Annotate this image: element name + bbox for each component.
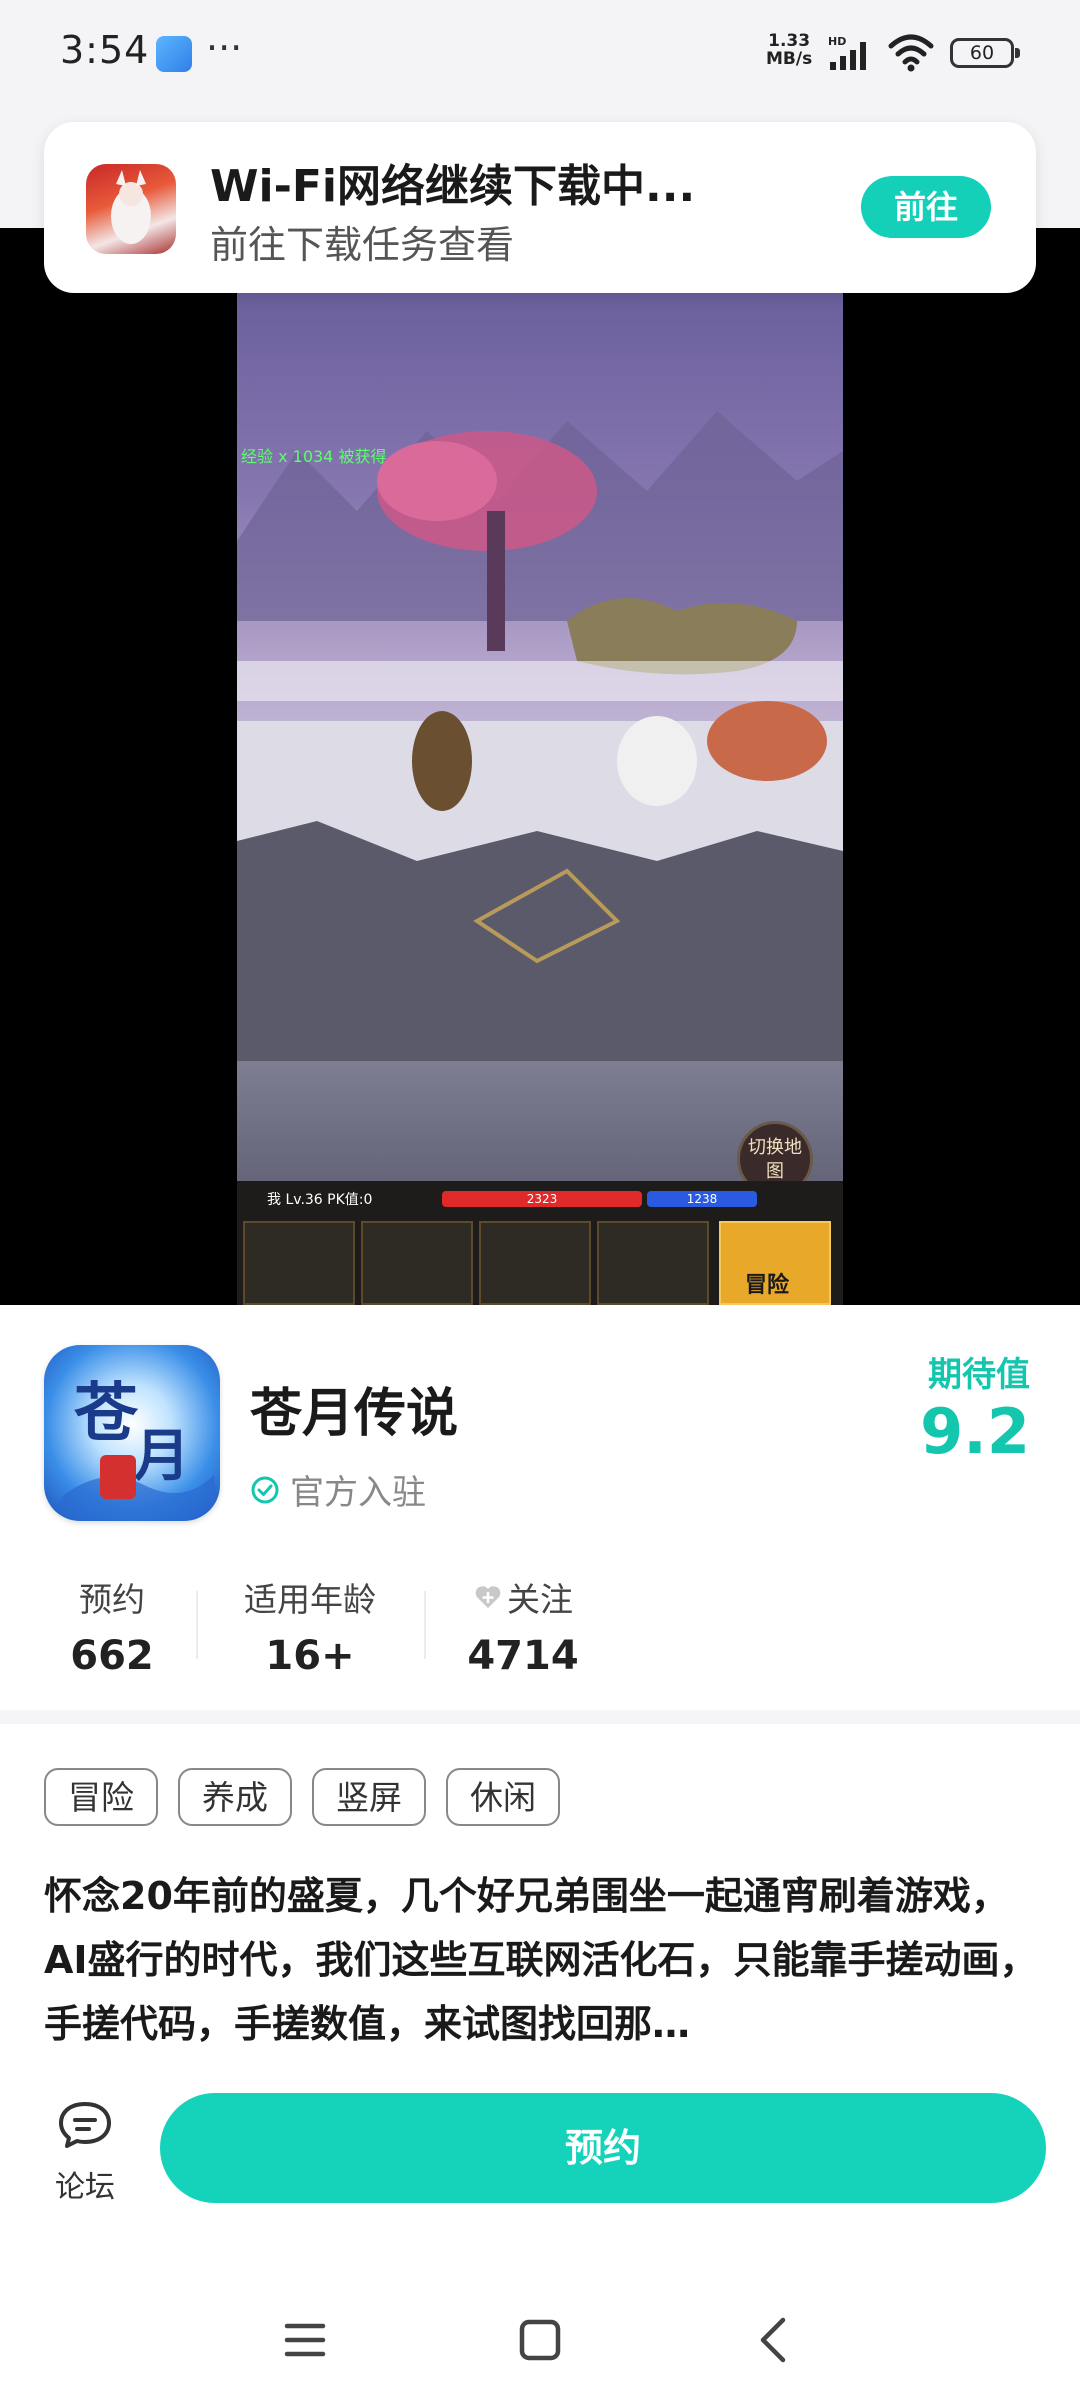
stat-divider [424, 1591, 426, 1659]
game-exp-message: 经验 x 1034 被获得 [241, 447, 387, 466]
back-icon[interactable] [745, 2310, 805, 2370]
network-speed-unit: MB/s [766, 49, 813, 69]
svg-text:月: 月 [134, 1423, 190, 1489]
go-to-downloads-button[interactable]: 前往 [861, 176, 991, 238]
battery-indicator: 60 [950, 38, 1020, 68]
stat-divider [196, 1591, 198, 1659]
network-speed: 1.33 MB/s [766, 32, 812, 68]
game-mp-bar: 1238 [647, 1191, 757, 1207]
forum-icon [59, 2102, 111, 2148]
stat-label-text: 关注 [507, 1580, 573, 1619]
downloading-game-icon [86, 164, 176, 254]
download-notification-banner[interactable]: Wi-Fi网络继续下载中... 前往下载任务查看 前往 [44, 122, 1036, 293]
stat-label: 关注 [450, 1573, 596, 1621]
app-info-section: 苍 月 苍月传说 官方入驻 期待值 9.2 预约 662 适用年龄 16+ 关注… [0, 1305, 1080, 1723]
app-detail-page: 3:54 ··· 1.33 MB/s HD 60 经验 x 1034 被获得 切… [0, 0, 1080, 2400]
tag-chip[interactable]: 休闲 [446, 1768, 560, 1826]
app-icon: 苍 月 [44, 1345, 220, 1521]
forum-label: 论坛 [55, 2170, 115, 2205]
stat-label: 预约 [79, 1580, 145, 1619]
svg-text:苍: 苍 [74, 1376, 139, 1451]
game-screenshot: 经验 x 1034 被获得 切换地图 我 Lv.36 PK值:0 2323 12… [237, 291, 843, 1305]
stat-value: 662 [70, 1633, 154, 1679]
game-menu-slot [243, 1221, 355, 1305]
status-time: 3:54 [60, 28, 150, 72]
banner-subtitle: 前往下载任务查看 [210, 223, 515, 267]
home-icon[interactable] [510, 2310, 570, 2370]
game-menu-slot [361, 1221, 473, 1305]
expectation-score: 9.2 [920, 1395, 1030, 1468]
official-label: 官方入驻 [290, 1473, 426, 1513]
stat-value: 4714 [467, 1633, 579, 1679]
tag-list: 冒险 养成 竖屏 休闲 [44, 1768, 580, 1826]
tag-chip[interactable]: 养成 [178, 1768, 292, 1826]
game-hp-bar: 2323 [442, 1191, 642, 1207]
expectation-label: 期待值 [928, 1355, 1030, 1395]
section-divider [0, 1710, 1080, 1724]
media-viewer[interactable]: 经验 x 1034 被获得 切换地图 我 Lv.36 PK值:0 2323 12… [0, 228, 1080, 1508]
tag-chip[interactable]: 冒险 [44, 1768, 158, 1826]
game-level: 我 Lv.36 PK值:0 [267, 1192, 373, 1208]
more-notifications-icon: ··· [206, 26, 243, 70]
stat-label: 适用年龄 [244, 1580, 376, 1619]
heart-plus-icon [475, 1586, 501, 1608]
game-menu-slot [597, 1221, 709, 1305]
wifi-icon [888, 34, 934, 72]
stat-value: 16+ [265, 1633, 355, 1679]
game-hp-value: 2323 [526, 1192, 558, 1206]
app-name: 苍月传说 [250, 1384, 459, 1444]
stat-followers[interactable]: 关注 4714 [450, 1573, 596, 1679]
network-speed-value: 1.33 [768, 31, 811, 51]
stat-age-rating: 适用年龄 16+ [222, 1573, 398, 1679]
game-adventure-label: 冒险 [745, 1273, 790, 1298]
reserve-button[interactable]: 预约 [160, 2093, 1046, 2203]
signal-icon: HD [828, 35, 866, 70]
hd-indicator: HD [828, 35, 846, 48]
official-badge: 官方入驻 [250, 1465, 426, 1514]
system-navigation-bar [0, 2270, 1080, 2400]
game-menu-slot [479, 1221, 591, 1305]
app-description[interactable]: 怀念20年前的盛夏，几个好兄弟围坐一起通宵刷着游戏，AI盛行的时代，我们这些互联… [44, 1864, 1044, 2056]
game-mp-value: 1238 [686, 1192, 718, 1206]
forum-button[interactable]: 论坛 [40, 2098, 130, 2206]
menu-icon[interactable] [275, 2310, 335, 2370]
game-adventure-slot: 冒险 [719, 1221, 831, 1305]
verified-check-icon [251, 1476, 279, 1503]
stat-reservations: 预约 662 [44, 1573, 180, 1679]
tag-chip[interactable]: 竖屏 [312, 1768, 426, 1826]
notification-app-icon [156, 36, 192, 72]
banner-title: Wi-Fi网络继续下载中... [210, 161, 696, 212]
